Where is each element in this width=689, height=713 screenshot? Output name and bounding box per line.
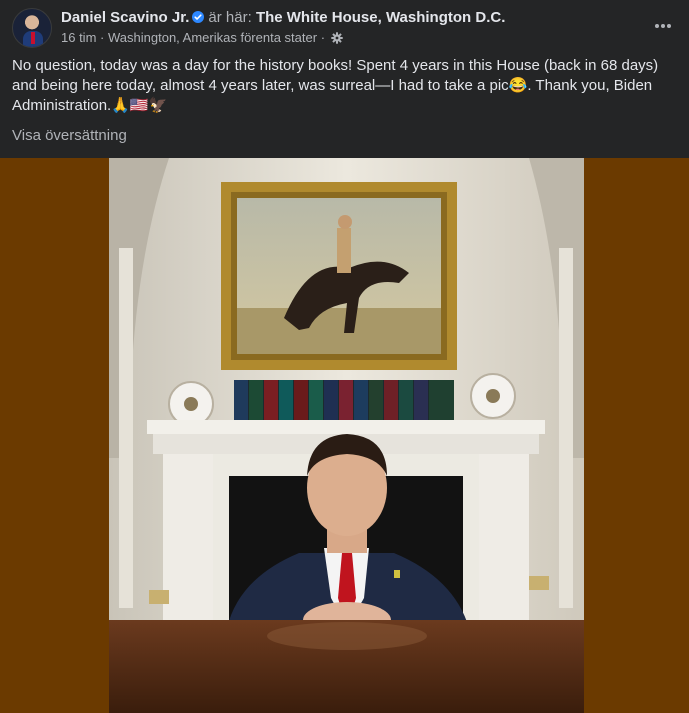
author-name[interactable]: Daniel Scavino Jr. (61, 9, 189, 26)
more-options-icon[interactable] (650, 14, 676, 38)
photo-illustration (109, 158, 584, 713)
post-meta: 16 tim · Washington, Amerikas förenta st… (61, 30, 343, 48)
meta-separator: · (320, 30, 326, 45)
facebook-post: Daniel Scavino Jr. är här: The White Hous… (0, 0, 689, 713)
meta-separator: · (100, 30, 105, 45)
post-photo-container[interactable] (0, 158, 689, 713)
public-gear-icon[interactable] (330, 32, 343, 48)
more-dot (661, 24, 665, 28)
post-header: Daniel Scavino Jr. är här: The White Hous… (0, 0, 689, 56)
post-photo[interactable] (109, 158, 584, 713)
avatar-tie (31, 32, 35, 44)
author-avatar[interactable] (12, 8, 52, 48)
location-prefix: är här: (208, 9, 252, 26)
author-line: Daniel Scavino Jr. är här: The White Hous… (61, 9, 505, 27)
see-translation-link[interactable]: Visa översättning (12, 127, 127, 144)
more-dot (655, 24, 659, 28)
post-timestamp[interactable]: 16 tim (61, 30, 96, 45)
more-dot (667, 24, 671, 28)
post-place[interactable]: Washington, Amerikas förenta stater (108, 30, 317, 45)
checkin-location-link[interactable]: The White House, Washington D.C. (256, 9, 505, 26)
verified-badge-icon (192, 11, 205, 23)
post-text: No question, today was a day for the his… (12, 57, 659, 114)
